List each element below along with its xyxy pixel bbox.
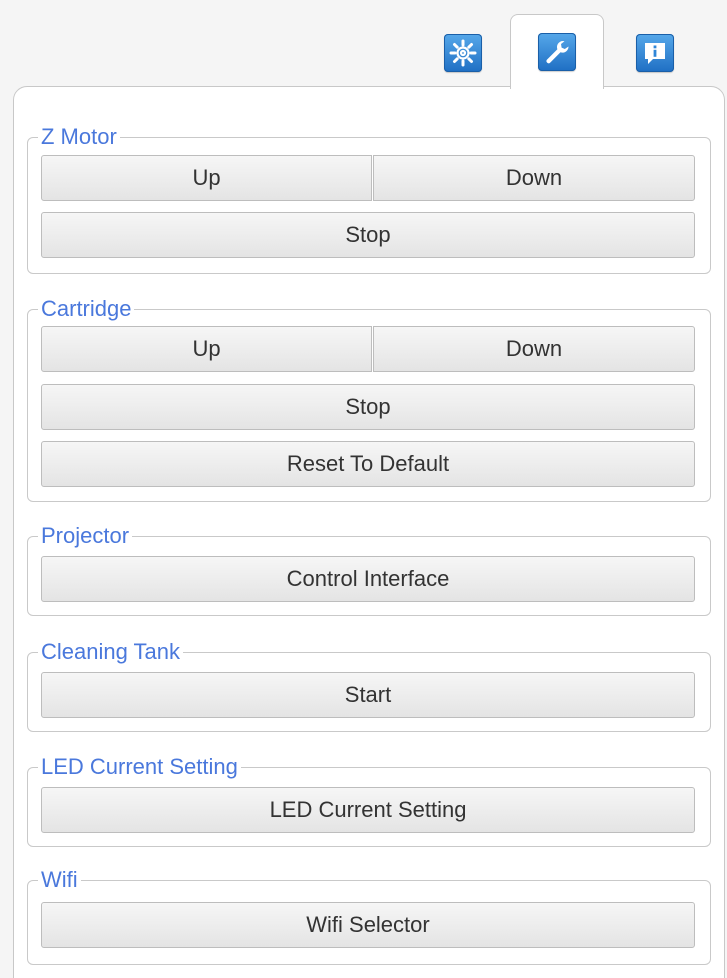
wifi-legend: Wifi (38, 866, 81, 894)
info-icon (636, 34, 674, 72)
cartridge-stop-button[interactable]: Stop (41, 384, 695, 430)
tab-settings[interactable] (428, 24, 498, 82)
z-motor-group: Z Motor Up Down Stop (27, 123, 711, 274)
z-motor-legend: Z Motor (38, 123, 120, 151)
tab-info[interactable] (620, 24, 690, 82)
wifi-group: Wifi Wifi Selector (27, 866, 711, 965)
cleaning-tank-group: Cleaning Tank Start (27, 638, 711, 732)
z-motor-stop-button[interactable]: Stop (41, 212, 695, 258)
led-current-setting-button[interactable]: LED Current Setting (41, 787, 695, 833)
gear-icon (444, 34, 482, 72)
wrench-icon (538, 33, 576, 71)
cartridge-down-button[interactable]: Down (373, 326, 695, 372)
cartridge-group: Cartridge Up Down Stop Reset To Default (27, 295, 711, 502)
control-interface-button[interactable]: Control Interface (41, 556, 695, 602)
projector-group: Projector Control Interface (27, 522, 711, 616)
cartridge-reset-button[interactable]: Reset To Default (41, 441, 695, 487)
projector-legend: Projector (38, 522, 133, 550)
cleaning-tank-start-button[interactable]: Start (41, 672, 695, 718)
tools-panel-root: Z Motor Up Down Stop Cartridge Up Down S… (0, 0, 727, 978)
cleaning-tank-legend: Cleaning Tank (38, 638, 184, 666)
cartridge-up-button[interactable]: Up (41, 326, 372, 372)
led-current-legend: LED Current Setting (38, 753, 241, 781)
cartridge-legend: Cartridge (38, 295, 135, 323)
tab-tools[interactable] (510, 14, 604, 89)
led-current-group: LED Current Setting LED Current Setting (27, 753, 711, 847)
z-motor-down-button[interactable]: Down (373, 155, 695, 201)
z-motor-up-button[interactable]: Up (41, 155, 372, 201)
wifi-selector-button[interactable]: Wifi Selector (41, 902, 695, 948)
